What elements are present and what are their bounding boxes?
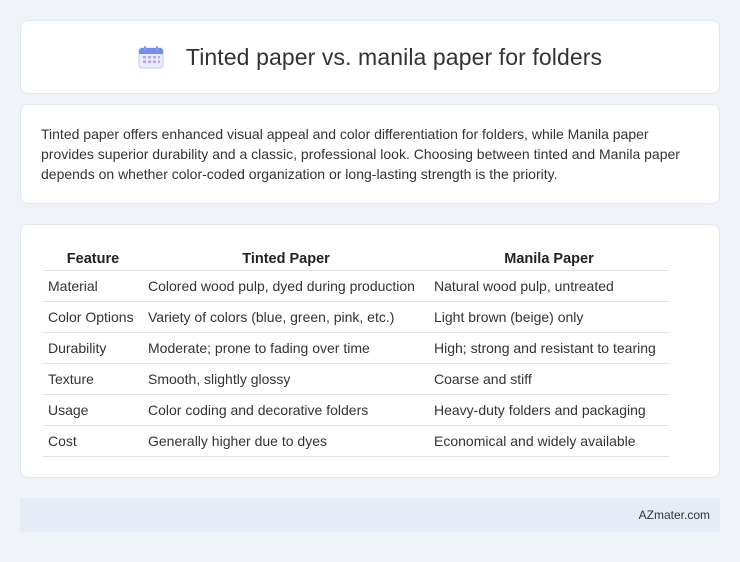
calendar-icon <box>138 46 164 69</box>
cell-tinted: Colored wood pulp, dyed during productio… <box>143 271 429 302</box>
footer: AZmater.com <box>20 498 720 532</box>
table-row: Color Options Variety of colors (blue, g… <box>43 302 669 333</box>
cell-tinted: Moderate; prone to fading over time <box>143 333 429 364</box>
header-tinted-paper: Tinted Paper <box>143 245 429 271</box>
page-title: Tinted paper vs. manila paper for folder… <box>185 43 603 70</box>
cell-tinted: Color coding and decorative folders <box>143 395 429 426</box>
summary-text: Tinted paper offers enhanced visual appe… <box>41 126 680 182</box>
cell-feature: Color Options <box>43 302 143 333</box>
table-row: Texture Smooth, slightly glossy Coarse a… <box>43 364 669 395</box>
footer-site[interactable]: AZmater.com <box>639 508 710 522</box>
table-row: Material Colored wood pulp, dyed during … <box>43 271 669 302</box>
cell-feature: Usage <box>43 395 143 426</box>
comparison-card: Feature Tinted Paper Manila Paper Materi… <box>20 224 720 478</box>
cell-feature: Texture <box>43 364 143 395</box>
comparison-table: Feature Tinted Paper Manila Paper Materi… <box>43 245 669 457</box>
cell-tinted: Generally higher due to dyes <box>143 426 429 457</box>
cell-tinted: Smooth, slightly glossy <box>143 364 429 395</box>
cell-feature: Material <box>43 271 143 302</box>
cell-manila: Heavy-duty folders and packaging <box>429 395 669 426</box>
cell-manila: Coarse and stiff <box>429 364 669 395</box>
table-row: Durability Moderate; prone to fading ove… <box>43 333 669 364</box>
summary-card: Tinted paper offers enhanced visual appe… <box>20 104 720 204</box>
title-wrap: Tinted paper vs. manila paper for folder… <box>138 44 602 71</box>
cell-feature: Durability <box>43 333 143 364</box>
header-manila-paper: Manila Paper <box>429 245 669 271</box>
header-feature: Feature <box>43 245 143 271</box>
table-row: Cost Generally higher due to dyes Econom… <box>43 426 669 457</box>
cell-feature: Cost <box>43 426 143 457</box>
cell-tinted: Variety of colors (blue, green, pink, et… <box>143 302 429 333</box>
table-row: Usage Color coding and decorative folder… <box>43 395 669 426</box>
cell-manila: High; strong and resistant to tearing <box>429 333 669 364</box>
cell-manila: Natural wood pulp, untreated <box>429 271 669 302</box>
table-header-row: Feature Tinted Paper Manila Paper <box>43 245 669 271</box>
cell-manila: Light brown (beige) only <box>429 302 669 333</box>
cell-manila: Economical and widely available <box>429 426 669 457</box>
title-card: Tinted paper vs. manila paper for folder… <box>20 20 720 94</box>
